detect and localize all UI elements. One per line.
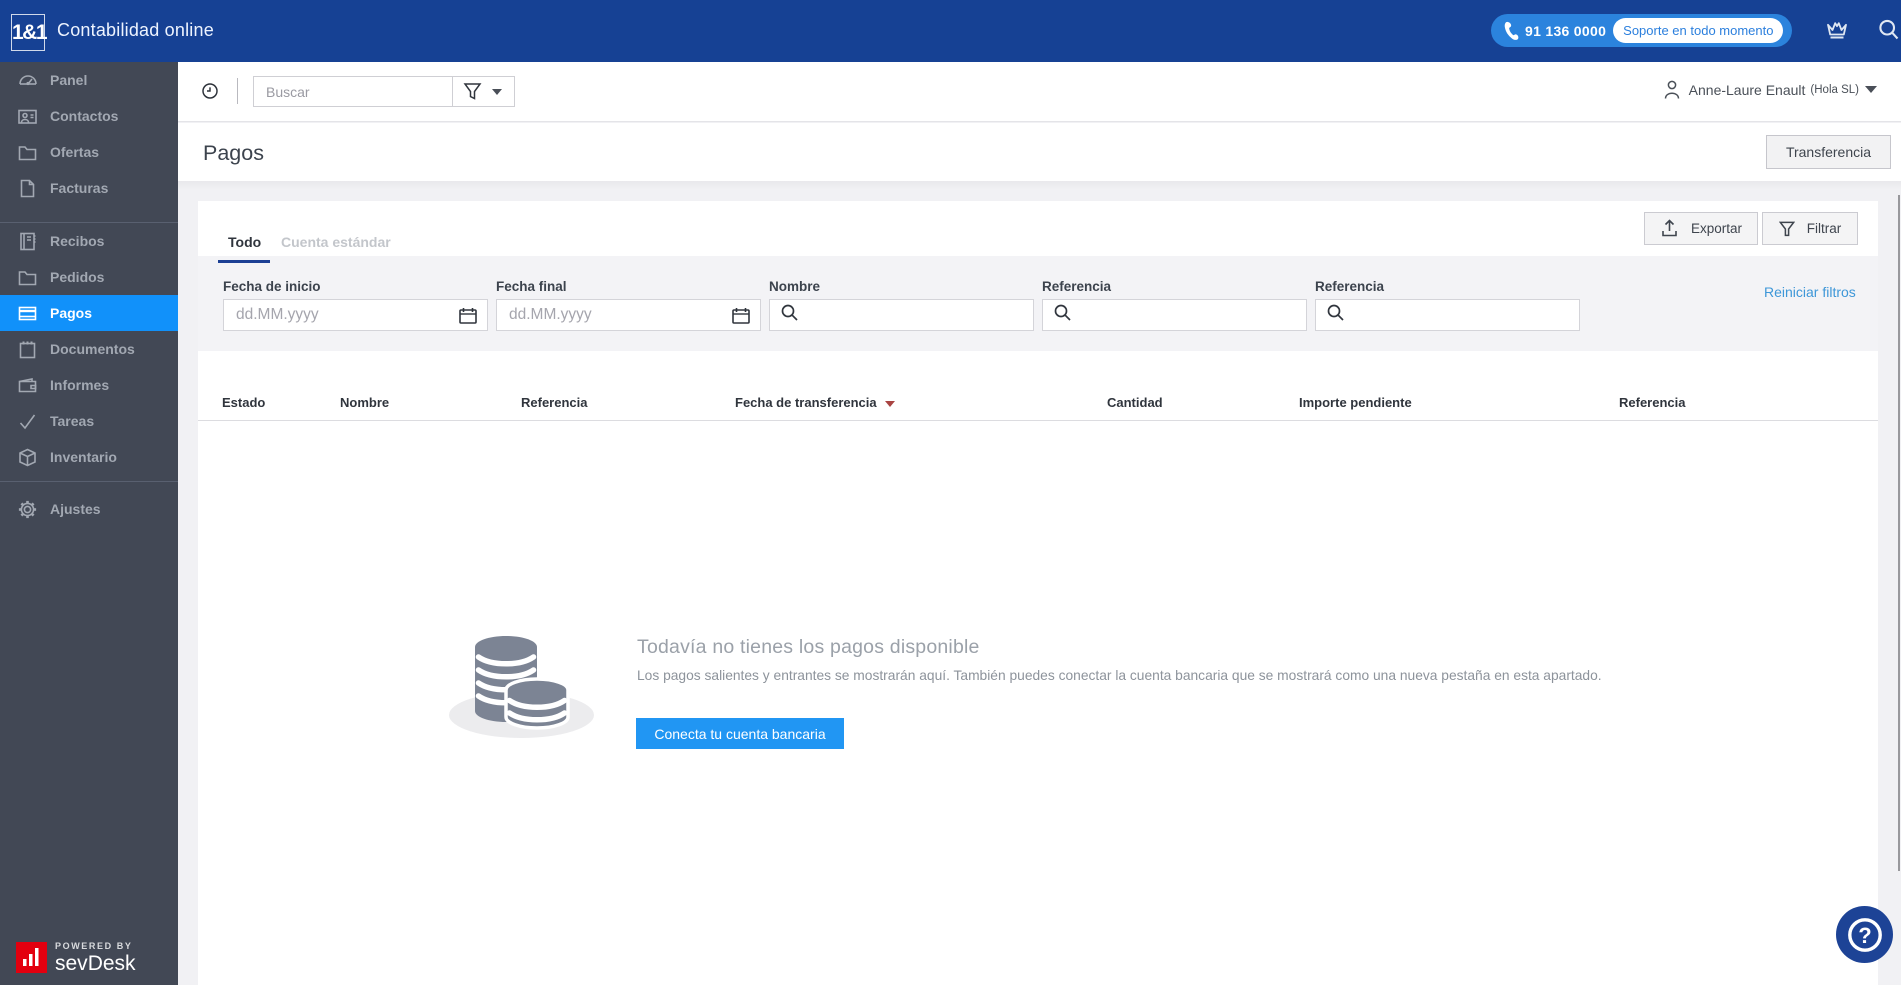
svg-text:?: ? <box>1858 923 1871 948</box>
